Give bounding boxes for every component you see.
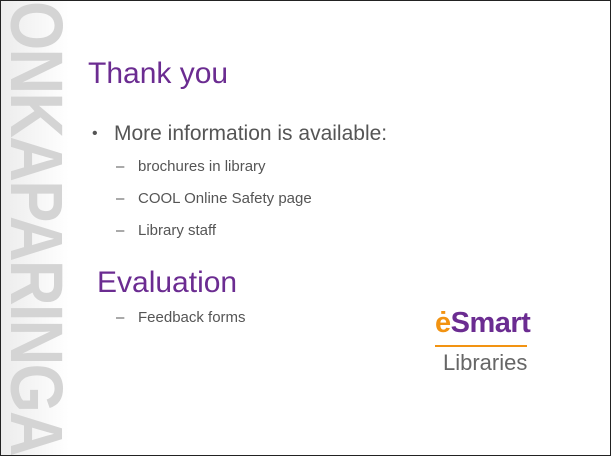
subitem-text: Feedback forms (138, 309, 246, 326)
subitem-library-staff: – Library staff (116, 222, 216, 239)
dash-marker: – (116, 222, 125, 239)
subitem-text: Library staff (138, 222, 217, 239)
esmart-e-letter: ė (435, 307, 451, 339)
libraries-wordmark: Libraries (443, 350, 528, 375)
subitem-text: COOL Online Safety page (138, 190, 312, 207)
slide: ONKAPARINGA Thank you • More information… (0, 0, 611, 456)
subitem-brochures: – brochures in library (116, 158, 266, 175)
bullet-more-info: • More information is available: (92, 122, 387, 146)
subitem-cool-online-safety: – COOL Online Safety page (116, 190, 312, 207)
side-logo-text: ONKAPARINGA (1, 1, 69, 455)
bullet-dot: • (92, 125, 98, 142)
dash-marker: – (116, 309, 125, 326)
slide-title: Thank you (88, 57, 229, 90)
subitem-text: brochures in library (138, 158, 266, 175)
esmart-wordmark: ėSmart (435, 307, 531, 340)
subitem-feedback-forms: – Feedback forms (116, 309, 246, 326)
evaluation-heading: Evaluation (97, 266, 238, 299)
esmart-brand-rest: Smart (450, 307, 531, 339)
logo-divider (435, 345, 527, 347)
dash-marker: – (116, 190, 125, 207)
bullet-text: More information is available: (114, 122, 388, 145)
onkaparinga-logo-mark: ONKAPARINGA (1, 1, 69, 455)
dash-marker: – (116, 158, 125, 175)
side-band: ONKAPARINGA (1, 1, 69, 455)
esmart-libraries-logo: ėSmart Libraries (435, 307, 539, 387)
